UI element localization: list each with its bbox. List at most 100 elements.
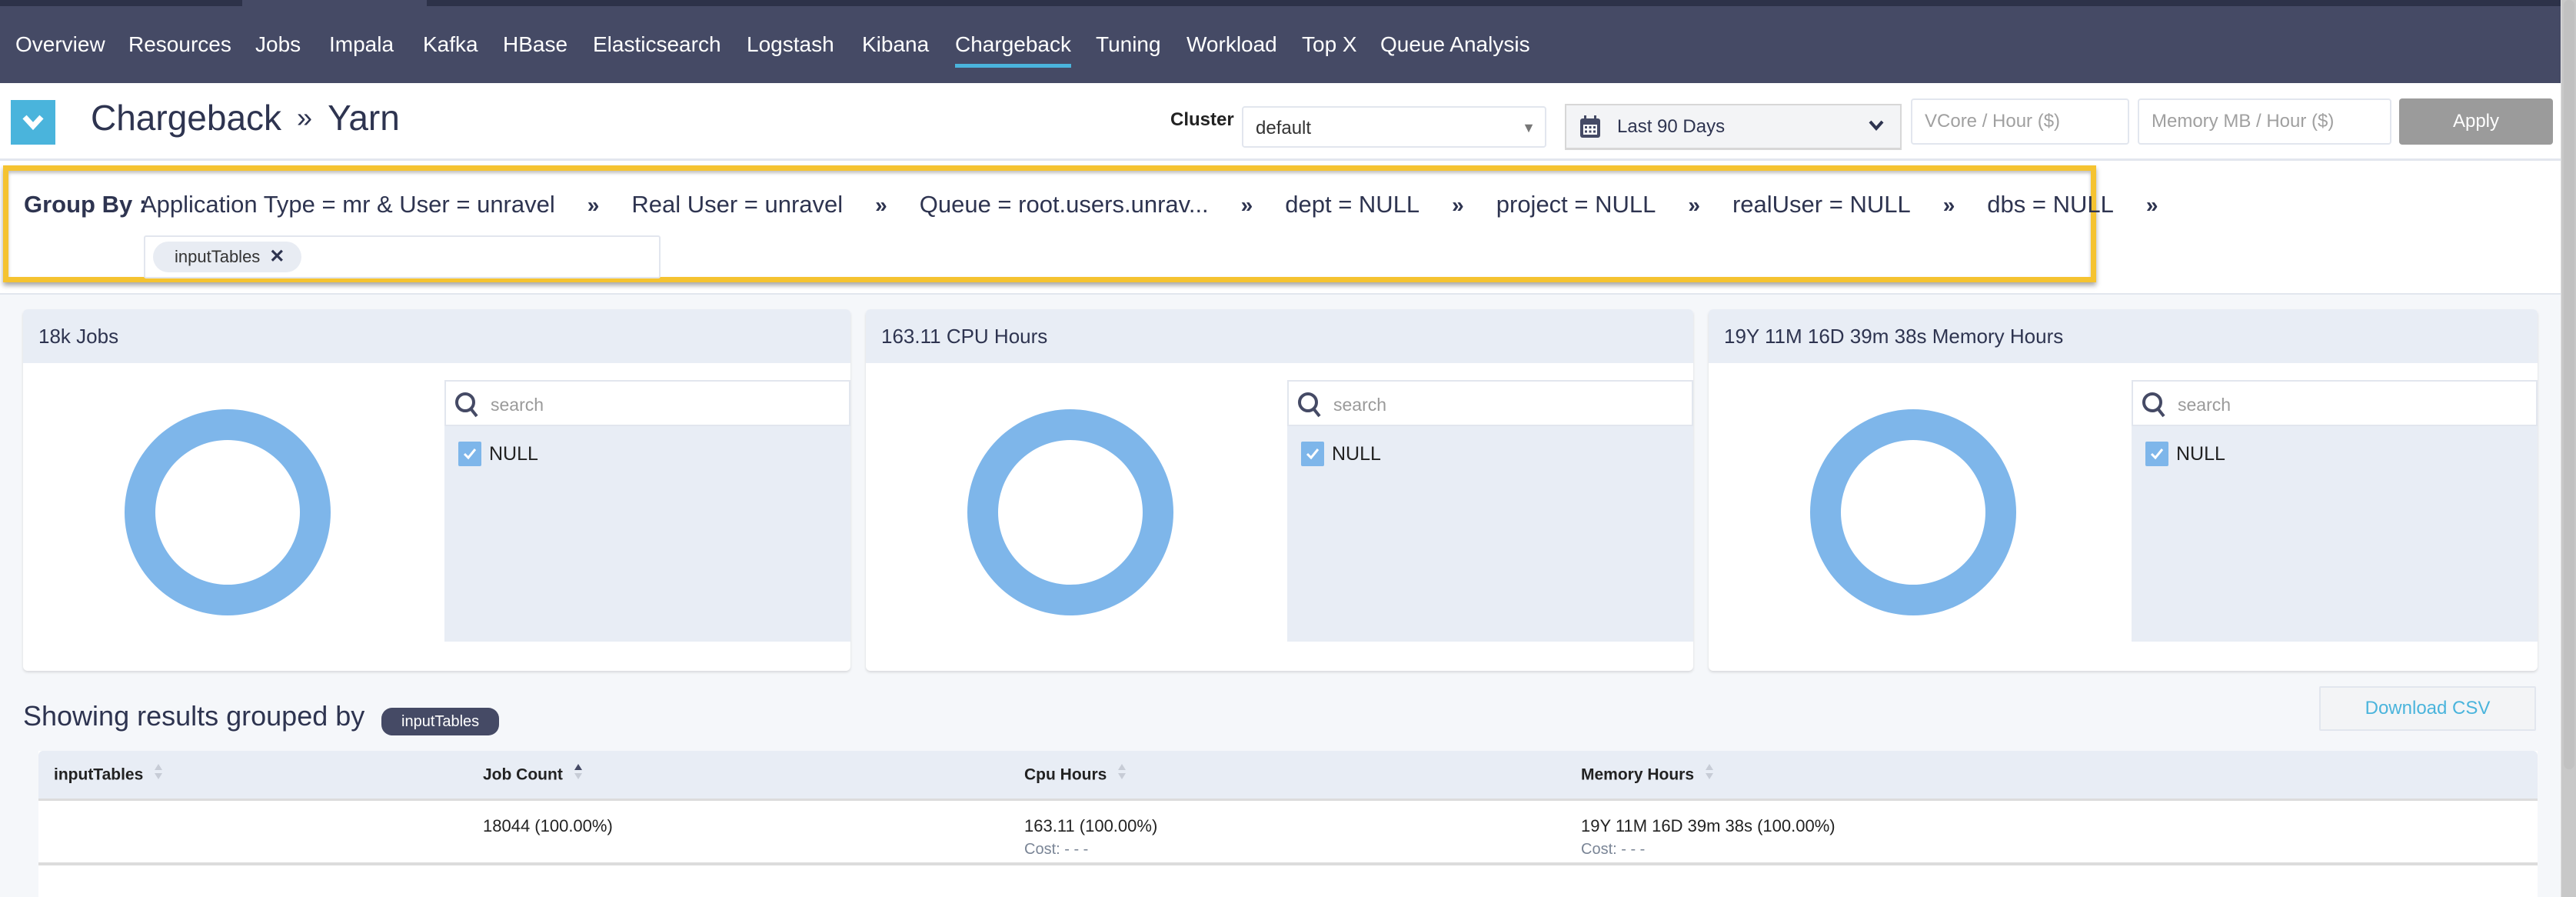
- checkbox[interactable]: [458, 442, 481, 466]
- memory-cost-input[interactable]: [2138, 98, 2391, 145]
- cpu-hours-value: 163.11 (100.00%): [1024, 816, 1158, 835]
- crumb-separator-icon: »: [1688, 193, 1700, 217]
- apply-button[interactable]: Apply: [2399, 98, 2553, 145]
- close-icon[interactable]: ✕: [269, 242, 285, 272]
- cluster-label: Cluster: [1170, 109, 1234, 130]
- cell-job-count: 18044 (100.00%): [483, 816, 613, 835]
- cell-memory-hours: 19Y 11M 16D 39m 38s (100.00%) Cost: - - -: [1581, 816, 1835, 859]
- donut-slice-null[interactable]: [125, 409, 331, 615]
- group-by-tag-input[interactable]: inputTables ✕: [144, 235, 661, 278]
- search-icon: [2142, 392, 2165, 418]
- group-by-crumb[interactable]: dept = NULL: [1285, 191, 1419, 218]
- group-by-breadcrumb: Application Type = mr & User = unravel » R…: [141, 191, 2190, 218]
- results-group-chip: inputTables: [381, 708, 500, 735]
- nav-item-top-x[interactable]: Top X: [1302, 6, 1357, 83]
- filter-search-input[interactable]: [489, 389, 830, 420]
- page-title: Chargeback » Yarn: [91, 97, 400, 138]
- column-label: Cpu Hours: [1024, 765, 1107, 784]
- memory-cost: Cost: - - -: [1581, 841, 1646, 858]
- check-icon: [1306, 448, 1320, 460]
- date-range-picker[interactable]: Last 90 Days: [1565, 104, 1902, 150]
- top-strip: [0, 0, 2561, 6]
- breadcrumb-separator: »: [297, 102, 313, 133]
- breadcrumb-yarn: Yarn: [328, 98, 400, 138]
- panel-title: 163.11 CPU Hours: [881, 325, 1048, 348]
- summary-panel-jobs: 18k Jobs NULL: [23, 309, 850, 671]
- checkbox[interactable]: [2145, 442, 2168, 466]
- checkbox[interactable]: [1301, 442, 1324, 466]
- group-by-band: Group By : Application Type = mr & User …: [0, 161, 2561, 295]
- nav-item-kibana[interactable]: Kibana: [862, 6, 929, 83]
- column-header-memory-hours[interactable]: Memory Hours: [1581, 763, 1714, 786]
- summary-panel-cpu-hours: 163.11 CPU Hours NULL: [866, 309, 1693, 671]
- nav-item-chargeback[interactable]: Chargeback: [955, 6, 1071, 83]
- column-header-job-count[interactable]: Job Count: [483, 764, 583, 786]
- donut-chart: [1810, 409, 2016, 615]
- page-scrollbar[interactable]: [2561, 0, 2576, 897]
- top-strip-highlight: [242, 0, 427, 6]
- panel-header: 163.11 CPU Hours: [866, 309, 1693, 363]
- donut-slice-null[interactable]: [1810, 409, 2016, 615]
- dropdown-arrow-icon: ▼: [1522, 120, 1536, 135]
- group-by-crumb[interactable]: Application Type = mr & User = unravel: [141, 191, 555, 218]
- group-by-crumb[interactable]: realUser = NULL: [1732, 191, 1911, 218]
- nav-item-kafka[interactable]: Kafka: [423, 6, 478, 83]
- crumb-separator-icon: »: [1452, 193, 1464, 217]
- nav-item-impala[interactable]: Impala: [329, 6, 394, 83]
- memory-hours-value: 19Y 11M 16D 39m 38s (100.00%): [1581, 816, 1835, 835]
- crumb-separator-icon: »: [1240, 193, 1253, 217]
- donut-slice-null[interactable]: [967, 409, 1173, 615]
- group-by-crumb[interactable]: dbs = NULL: [1987, 191, 2114, 218]
- nav-item-workload[interactable]: Workload: [1186, 6, 1277, 83]
- sidebar-toggle-button[interactable]: [11, 100, 55, 145]
- sort-icon: [1117, 763, 1127, 785]
- group-by-crumb[interactable]: project = NULL: [1496, 191, 1656, 218]
- filter-option-label: NULL: [2176, 443, 2225, 465]
- filter-list: NULL: [444, 380, 850, 642]
- sort-icon: [154, 763, 163, 785]
- group-by-crumb[interactable]: Real User = unravel: [631, 191, 843, 218]
- filter-option-label: NULL: [1332, 443, 1381, 465]
- check-icon: [463, 448, 477, 460]
- filter-search-input[interactable]: [1332, 389, 1673, 420]
- nav-item-queue-analysis[interactable]: Queue Analysis: [1380, 6, 1530, 83]
- column-label: inputTables: [54, 765, 144, 784]
- top-nav: Overview Resources Jobs Impala Kafka HBa…: [0, 6, 2561, 83]
- scrollbar-thumb[interactable]: [2564, 0, 2574, 769]
- breadcrumb-chargeback[interactable]: Chargeback: [91, 98, 281, 138]
- group-by-chip: inputTables ✕: [153, 242, 302, 272]
- results-heading: Showing results grouped by: [23, 700, 365, 732]
- nav-item-hbase[interactable]: HBase: [503, 6, 567, 83]
- nav-item-logstash[interactable]: Logstash: [747, 6, 834, 83]
- column-label: Memory Hours: [1581, 765, 1695, 784]
- nav-item-jobs[interactable]: Jobs: [255, 6, 301, 83]
- vcore-cost-input[interactable]: [1911, 98, 2129, 145]
- group-by-box: Group By : Application Type = mr & User …: [3, 165, 2158, 282]
- nav-item-resources[interactable]: Resources: [128, 6, 231, 83]
- filter-list: NULL: [2132, 380, 2538, 642]
- nav-item-elasticsearch[interactable]: Elasticsearch: [593, 6, 721, 83]
- filter-search-input[interactable]: [2176, 389, 2518, 420]
- table-row[interactable]: 18044 (100.00%) 163.11 (100.00%) Cost: - …: [38, 801, 2538, 865]
- cluster-select[interactable]: default ▼: [1242, 106, 1546, 148]
- column-label: Job Count: [483, 765, 563, 784]
- search-icon: [455, 392, 478, 418]
- calendar-icon: [1580, 115, 1600, 138]
- crumb-separator-icon: »: [2145, 193, 2158, 217]
- nav-item-tuning[interactable]: Tuning: [1096, 6, 1161, 83]
- filter-search: [1287, 380, 1693, 426]
- sort-icon: [1705, 763, 1714, 785]
- panel-header: 18k Jobs: [23, 309, 850, 363]
- donut-chart: [125, 409, 331, 615]
- download-csv-button[interactable]: Download CSV: [2319, 686, 2536, 731]
- crumb-separator-icon: »: [1942, 193, 1955, 217]
- column-header-cpu-hours[interactable]: Cpu Hours: [1024, 763, 1127, 786]
- nav-item-overview[interactable]: Overview: [15, 6, 105, 83]
- group-by-crumb[interactable]: Queue = root.users.unrav...: [920, 191, 1209, 218]
- filter-option-label: NULL: [489, 443, 538, 465]
- summary-panel-memory-hours: 19Y 11M 16D 39m 38s Memory Hours NULL: [1709, 309, 2538, 671]
- table-header: inputTables Job Count Cpu Hours Memory H…: [38, 751, 2538, 801]
- donut-chart: [967, 409, 1173, 615]
- results-table: inputTables Job Count Cpu Hours Memory H…: [38, 751, 2538, 897]
- column-header-inputtables[interactable]: inputTables: [54, 763, 163, 786]
